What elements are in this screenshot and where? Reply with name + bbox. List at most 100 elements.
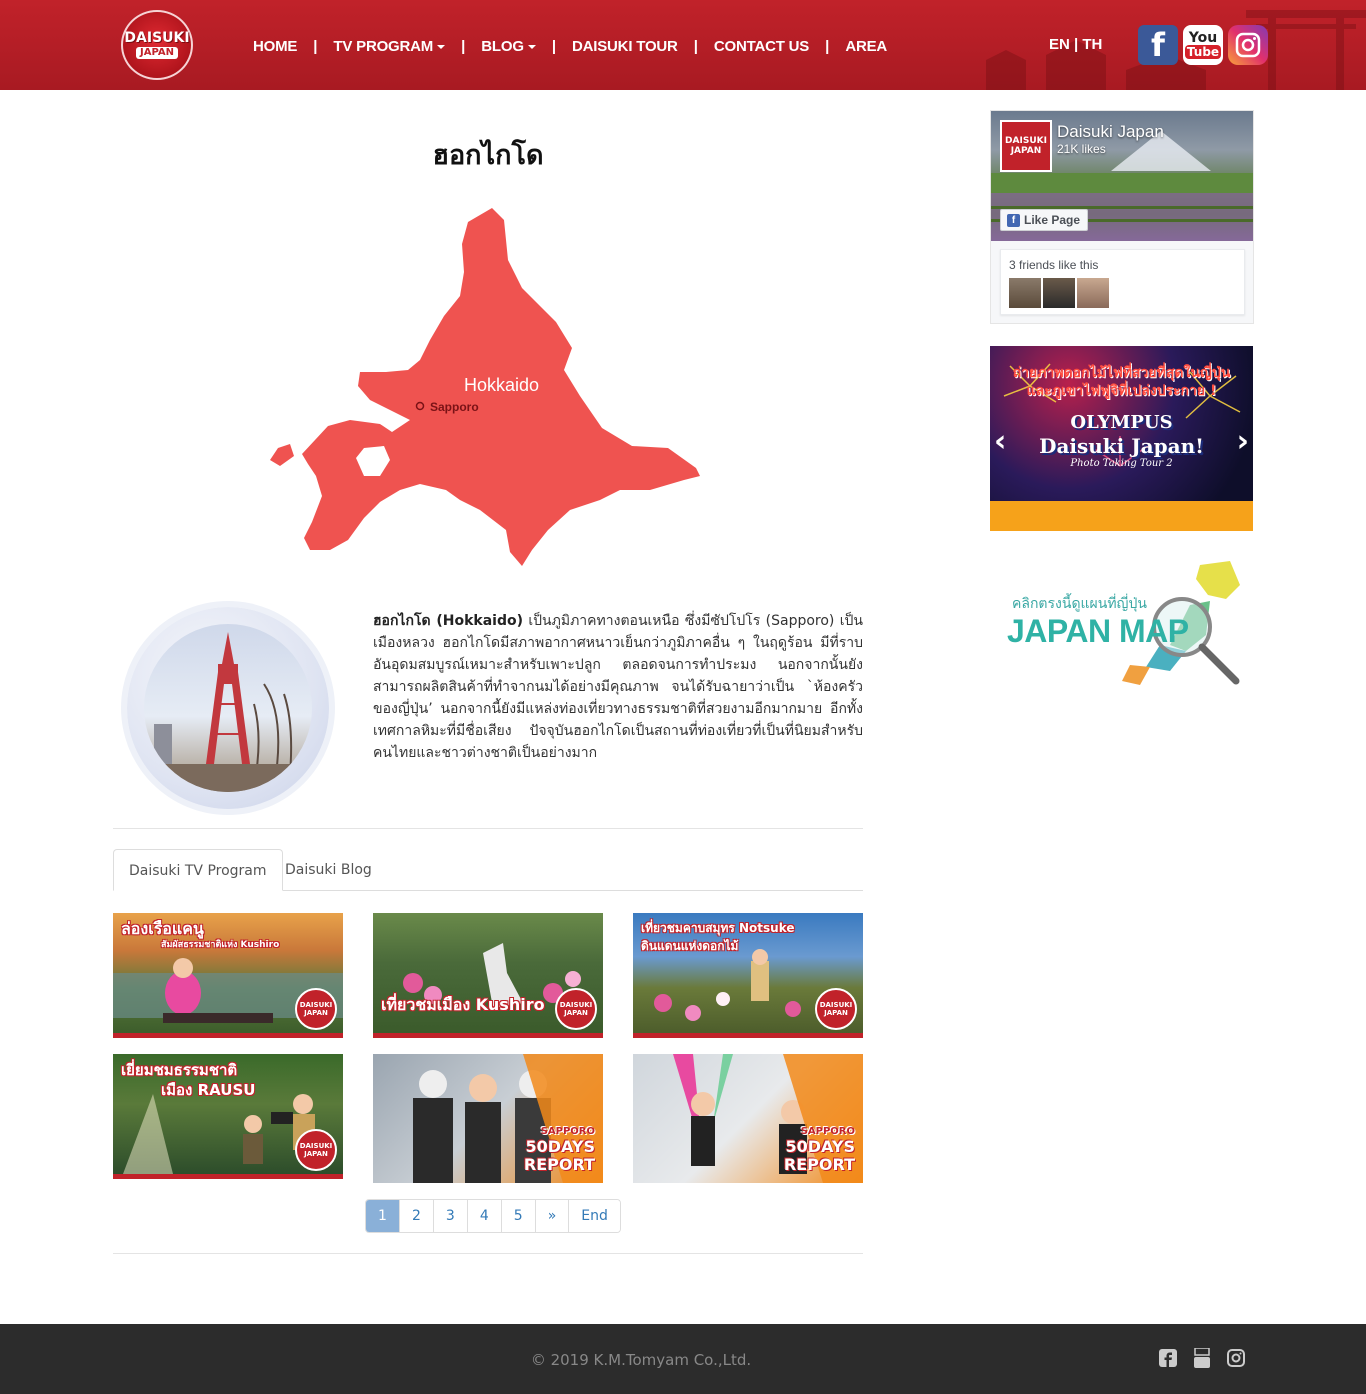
hokkaido-map[interactable]: Hokkaido Sapporo [260, 200, 720, 570]
banner-footer-strip [990, 501, 1253, 531]
description-bold: ฮอกไกโด (Hokkaido) [373, 613, 523, 629]
thumbnail-subtitle: 50DAYS REPORT [783, 1137, 855, 1174]
friend-avatar[interactable] [1009, 278, 1041, 308]
thumbnail-title: เยี่ยมชมธรรมชาติเมือง RAUSU [121, 1060, 335, 1100]
chevron-right-icon[interactable]: › [1237, 424, 1249, 459]
thumbnail-subtitle: ดินแดนแห่งดอกไม้ [641, 939, 739, 953]
instagram-outline-icon [1227, 1349, 1245, 1367]
video-thumbnail[interactable]: เยี่ยมชมธรรมชาติเมือง RAUSU DAISUKI JAPA… [113, 1054, 343, 1179]
youtube-icon[interactable]: You Tube [1183, 25, 1223, 65]
language-switcher: EN | TH [1049, 36, 1102, 53]
nav-daisuki-tour[interactable]: DAISUKI TOUR [572, 38, 678, 55]
thumbnail-title: เที่ยวชมคาบสมุทร Notsuke ดินแดนแห่งดอกไม้ [641, 919, 855, 955]
nav-area[interactable]: AREA [845, 38, 887, 55]
photo-inner [144, 624, 312, 792]
daisuki-badge: DAISUKI JAPAN [295, 1129, 337, 1171]
lang-th[interactable]: TH [1082, 36, 1102, 53]
facebook-cover[interactable]: DAISUKI JAPAN Daisuki Japan 21K likes fL… [991, 111, 1253, 241]
thumbnail-subtitle: เมือง RAUSU [161, 1081, 256, 1099]
pagination: 1 2 3 4 5 » End [365, 1199, 621, 1233]
thumbnail-bar [113, 1174, 343, 1179]
facebook-like-button[interactable]: f Like Page [1000, 209, 1088, 231]
chevron-down-icon [437, 44, 446, 49]
nav-separator: | [825, 37, 830, 55]
thumbnail-title-text: ล่องเรือแคนู [121, 919, 204, 938]
tab-blog[interactable]: Daisuki Blog [270, 849, 387, 891]
site-logo[interactable]: DAISUKI JAPAN [121, 10, 193, 80]
region-description: ฮอกไกโด (Hokkaido) เป็นภูมิภาคทางตอนเหนื… [373, 610, 863, 764]
friends-like-text: 3 friends like this [1009, 258, 1099, 272]
logo-text-top: DAISUKI [124, 30, 190, 46]
lang-en[interactable]: EN [1049, 36, 1070, 53]
video-thumbnail[interactable]: เที่ยวชมเมือง Kushiro DAISUKI JAPAN [373, 913, 603, 1038]
footer-facebook-icon[interactable] [1158, 1348, 1178, 1368]
chevron-left-icon[interactable]: ‹ [994, 424, 1006, 459]
nav-separator: | [313, 37, 318, 55]
video-thumbnail[interactable]: ล่องเรือแคนูสัมผัสธรรมชาติแห่ง Kushiro D… [113, 913, 343, 1038]
video-thumbnail[interactable]: SAPPORO 50DAYS REPORT [633, 1054, 863, 1183]
thumbnail-title: SAPPORO 50DAYS REPORT [733, 1126, 855, 1174]
thumbnail-bar [633, 1033, 863, 1038]
content-tabs: Daisuki TV Program Daisuki Blog [113, 849, 863, 891]
banner-title: Daisuki Japan! [1039, 434, 1204, 458]
page-next[interactable]: » [534, 1200, 569, 1232]
facebook-page-logo: DAISUKI JAPAN [1000, 120, 1052, 172]
hokkaido-map-label: Hokkaido [464, 375, 539, 395]
thumbnail-bar [373, 1033, 603, 1038]
daisuki-badge: DAISUKI JAPAN [555, 988, 597, 1030]
video-thumbnail[interactable]: SAPPORO 50DAYS REPORT [373, 1054, 603, 1183]
description-text: เป็นภูมิภาคทางตอนเหนือ ซึ่งมีซัปโปโร (Sa… [373, 613, 864, 761]
page-3[interactable]: 3 [432, 1200, 467, 1232]
sapporo-tv-tower-photo [127, 607, 329, 809]
friend-avatar[interactable] [1043, 278, 1075, 308]
nav-separator: | [461, 37, 466, 55]
friend-avatar[interactable] [1077, 278, 1109, 308]
thumbnail-title: SAPPORO 50DAYS REPORT [473, 1126, 595, 1174]
banner-subtitle: Photo Taking Tour 2 [1070, 458, 1173, 469]
facebook-friends-panel: 3 friends like this [1000, 249, 1245, 315]
daisuki-badge: DAISUKI JAPAN [295, 988, 337, 1030]
banner-brand: OLYMPUS [1070, 412, 1173, 433]
facebook-icon[interactable]: f [1138, 25, 1178, 65]
site-footer: © 2019 K.M.Tomyam Co.,Ltd. [0, 1324, 1366, 1394]
video-thumbnail[interactable]: เที่ยวชมคาบสมุทร Notsuke ดินแดนแห่งดอกไม้… [633, 913, 863, 1038]
page-1[interactable]: 1 [366, 1200, 399, 1232]
nav-separator: | [551, 37, 557, 55]
youtube-glyph-icon [1194, 1348, 1210, 1368]
thumbnail-title: ล่องเรือแคนูสัมผัสธรรมชาติแห่ง Kushiro [121, 919, 335, 951]
daisuki-badge: DAISUKI JAPAN [815, 988, 857, 1030]
page-2[interactable]: 2 [399, 1200, 433, 1232]
facebook-square-icon [1159, 1349, 1177, 1367]
thumbnail-subtitle: สัมผัสธรรมชาติแห่ง Kushiro [161, 940, 280, 950]
facebook-page-name[interactable]: Daisuki Japan [1057, 122, 1164, 142]
nav-contact-us[interactable]: CONTACT US [714, 38, 809, 55]
banner-headline: ถ่ายภาพดอกไม้ไฟที่สวยที่สุดในญี่ปุ่น และ… [1012, 365, 1231, 399]
divider [113, 828, 863, 829]
japan-map-subtitle: คลิกตรงนี้ดูแผนที่ญี่ปุ่น [1012, 596, 1147, 612]
divider [113, 1253, 863, 1254]
promo-banner-carousel[interactable]: ถ่ายภาพดอกไม้ไฟที่สวยที่สุดในญี่ปุ่น และ… [990, 346, 1253, 531]
nav-tv-program[interactable]: TV PROGRAM [333, 37, 446, 55]
youtube-text-bottom: Tube [1184, 45, 1222, 59]
footer-instagram-icon[interactable] [1226, 1348, 1246, 1368]
instagram-icon[interactable] [1228, 25, 1268, 65]
chevron-down-icon [527, 44, 536, 49]
page-4[interactable]: 4 [466, 1200, 501, 1232]
sapporo-map-label: Sapporo [430, 400, 479, 414]
nav-tv-program-label: TV PROGRAM [333, 37, 434, 55]
nav-home[interactable]: HOME [253, 38, 297, 55]
page-end[interactable]: End [568, 1200, 620, 1232]
facebook-small-icon: f [1007, 213, 1020, 227]
page-5[interactable]: 5 [500, 1200, 535, 1232]
footer-youtube-icon[interactable] [1192, 1348, 1212, 1368]
thumbnail-title-text: เยี่ยมชมธรรมชาติ [121, 1061, 238, 1079]
facebook-likes-count: 21K likes [1057, 142, 1106, 156]
facebook-glyph: f [1151, 26, 1165, 64]
japan-map-link[interactable]: คลิกตรงนี้ดูแผนที่ญี่ปุ่น JAPAN MAP [990, 555, 1253, 695]
logo-text-bottom: JAPAN [136, 47, 178, 59]
nav-blog[interactable]: BLOG [481, 38, 536, 55]
tab-tv-program[interactable]: Daisuki TV Program [113, 849, 283, 891]
japan-map-title: JAPAN MAP [1007, 613, 1189, 649]
facebook-page-widget: DAISUKI JAPAN Daisuki Japan 21K likes fL… [990, 110, 1254, 324]
instagram-glyph-icon [1235, 32, 1261, 58]
